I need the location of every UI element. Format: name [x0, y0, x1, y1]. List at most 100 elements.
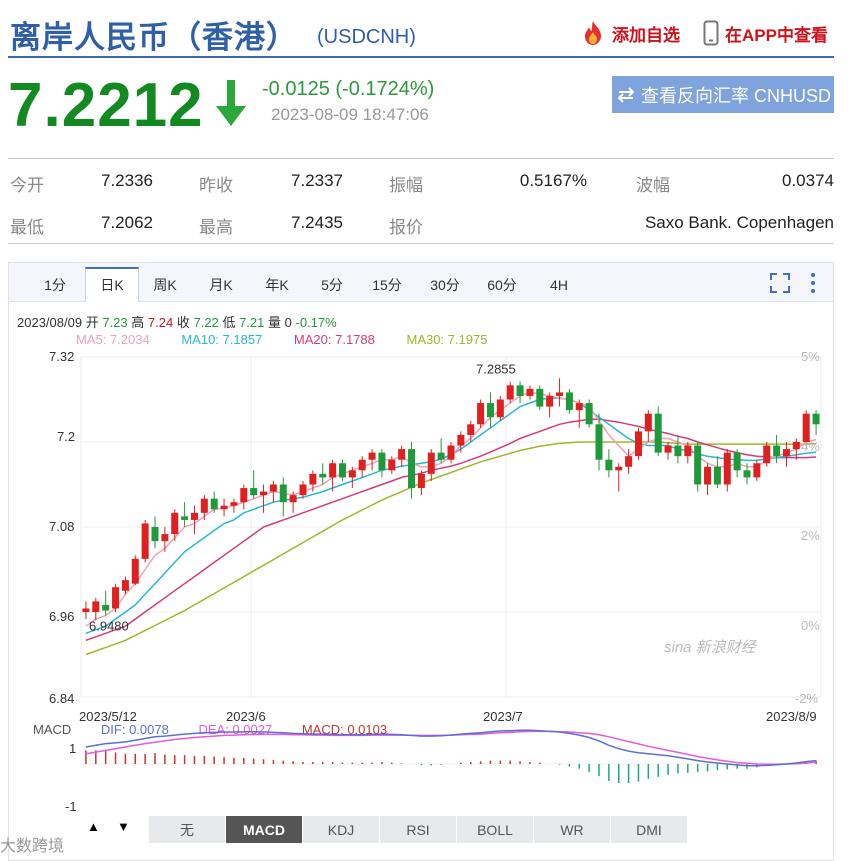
indicator-button[interactable]: MACD — [226, 816, 303, 843]
y-right-tick: 5% — [801, 349, 820, 364]
indicator-button[interactable]: 无 — [149, 816, 226, 843]
indicator-button[interactable]: WR — [534, 816, 611, 843]
scroll-up-button[interactable]: ▲ — [87, 819, 100, 834]
ohlc-high: 7.24 — [147, 315, 174, 330]
ma5-line — [85, 391, 817, 627]
ohlc-close: 7.22 — [193, 315, 219, 330]
candle-body — [526, 388, 534, 396]
candle-body — [289, 495, 297, 503]
candle-body — [210, 498, 218, 510]
candle-body — [181, 516, 189, 520]
tab-period[interactable]: 日K — [85, 267, 139, 302]
stats-row: 今开 7.2336 昨收 7.2337 振幅 0.5167% 波幅 0.0374 — [8, 159, 834, 201]
more-vertical-icon[interactable] — [809, 272, 817, 294]
tab-period[interactable]: 月K — [197, 267, 245, 302]
candle-body — [82, 608, 90, 612]
current-price: 7.2212 — [8, 71, 204, 140]
ohlc-high-label: 高 — [131, 315, 145, 330]
candle-body — [773, 445, 781, 457]
scroll-down-button[interactable]: ▼ — [117, 819, 130, 834]
ohlc-close-label: 收 — [176, 315, 190, 330]
header: 离岸人民币（香港） (USDCNH) 添加自选 在APP中查看 — [8, 8, 834, 58]
tab-period[interactable]: 1分 — [37, 267, 73, 302]
tab-period[interactable]: 5分 — [313, 267, 351, 302]
candle-body — [348, 470, 356, 478]
tab-period[interactable]: 30分 — [423, 267, 467, 302]
wave-value: 0.0374 — [782, 171, 834, 190]
candle-body — [427, 452, 435, 474]
candle-body — [358, 459, 366, 471]
amplitude-value: 0.5167% — [519, 171, 587, 190]
ohlc-vol-label: 量 — [268, 315, 282, 330]
ohlc-readout: 2023/08/09 开 7.23 高 7.24 收 7.22 低 7.21 量… — [17, 312, 337, 331]
add-favorite-button[interactable]: 添加自选 — [580, 20, 680, 46]
tab-period[interactable]: 年K — [253, 267, 301, 302]
prev-close-value: 7.2337 — [291, 171, 343, 190]
indicator-button[interactable]: DMI — [611, 816, 688, 843]
candle-body — [220, 505, 228, 510]
candle-body — [753, 463, 761, 478]
candle-body — [536, 388, 544, 407]
chart-panel: 1分 日K 周K 月K 年K 5分 15分 30分 60分 4H 2023/08/09 开 7.2… — [8, 262, 834, 861]
indicator-button[interactable]: KDJ — [303, 816, 380, 843]
candle-body — [723, 452, 731, 485]
candlestick-chart: 7.2855 6.9480 — [80, 356, 822, 698]
fullscreen-icon[interactable] — [769, 272, 791, 294]
indicator-button[interactable]: RSI — [380, 816, 457, 843]
candle-body — [743, 470, 751, 478]
phone-icon — [703, 20, 719, 46]
ohlc-open: 7.23 — [102, 315, 128, 330]
candle-body — [654, 413, 662, 453]
candle-body — [595, 424, 603, 460]
candle-body — [812, 413, 820, 425]
quote-time: 2023-08-09 18:47:06 — [271, 105, 429, 124]
candle-body — [457, 434, 465, 446]
y-right-tick: 4% — [801, 439, 820, 454]
low-label: 最低 — [10, 218, 44, 237]
candle-body — [92, 601, 100, 612]
candle-body — [496, 399, 504, 418]
ma-legend: MA5: 7.2034 MA10: 7.1857 MA20: 7.1788 MA… — [76, 332, 515, 347]
candle-body — [388, 459, 396, 471]
high-value: 7.2435 — [291, 213, 343, 232]
candle-body — [516, 385, 524, 396]
tab-period[interactable]: 4H — [539, 267, 579, 302]
candle-body — [161, 534, 169, 542]
fire-icon — [585, 21, 601, 45]
candle-body — [556, 392, 564, 396]
tab-period[interactable]: 60分 — [480, 267, 524, 302]
candle-body — [447, 445, 455, 460]
reverse-rate-button[interactable]: 查看反向汇率 CNHUSD — [612, 76, 834, 113]
y-tick: 6.84 — [49, 691, 75, 706]
candle-body — [240, 488, 248, 503]
candle-body — [763, 445, 771, 464]
max-price-label: 7.2855 — [476, 361, 516, 376]
y-tick: 7.2 — [57, 429, 76, 444]
indicator-button[interactable]: BOLL — [457, 816, 534, 843]
indicator-bar: ▲ ▼ 无 MACD KDJ RSI BOLL WR DMI — [9, 815, 833, 844]
view-in-app-label: 在APP中查看 — [725, 25, 828, 45]
ohlc-low: 7.21 — [239, 315, 265, 330]
candle-body — [625, 456, 633, 467]
view-in-app-button[interactable]: 在APP中查看 — [703, 20, 828, 46]
ohlc-open-label: 开 — [85, 315, 99, 330]
y-tick: 7.08 — [49, 519, 75, 534]
candle-body — [417, 473, 425, 489]
tab-period[interactable]: 周K — [141, 267, 189, 302]
ohlc-low-label: 低 — [222, 315, 236, 330]
candle-body — [684, 445, 692, 457]
candle-body — [171, 512, 179, 535]
candle-body — [269, 484, 277, 492]
page-title: 离岸人民币（香港） — [10, 20, 298, 55]
candle-body — [437, 452, 445, 460]
high-label: 最高 — [199, 218, 233, 237]
dif-line — [85, 729, 817, 767]
candle-body — [368, 452, 376, 460]
swap-icon — [617, 86, 635, 103]
candle-body — [398, 449, 406, 460]
ohlc-vol: 0 — [284, 315, 292, 330]
reverse-rate-label: 查看反向汇率 CNHUSD — [640, 85, 831, 106]
y-right-tick: 0% — [801, 618, 820, 633]
candle-body — [408, 449, 416, 489]
tab-period[interactable]: 15分 — [365, 267, 409, 302]
